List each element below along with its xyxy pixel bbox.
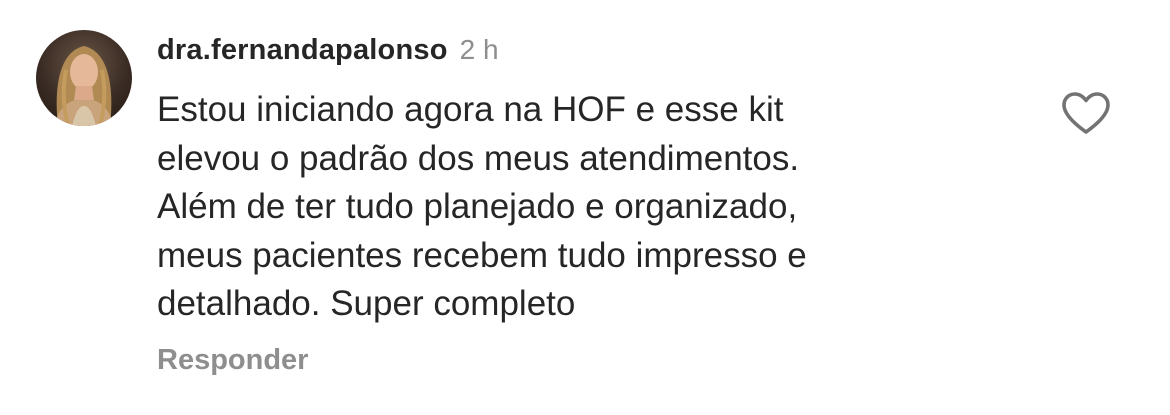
comment-text-line: meus pacientes recebem tudo impresso e <box>157 235 807 275</box>
avatar-image <box>54 46 114 126</box>
comment-item: dra.fernandapalonso 2 h Estou iniciando … <box>0 0 1170 415</box>
comment-timestamp: 2 h <box>459 34 499 65</box>
comment-header: dra.fernandapalonso 2 h <box>157 34 499 74</box>
avatar[interactable] <box>36 30 132 126</box>
comment-text-line: Além de ter tudo planejado e organizado, <box>157 187 798 226</box>
heart-outline-icon <box>1062 92 1110 134</box>
comment-text-line: elevou o padrão dos meus atendimentos. <box>157 138 800 178</box>
comment-text-line: Estou iniciando agora na HOF e esse kit <box>157 90 784 129</box>
reply-button[interactable]: Responder <box>157 344 308 377</box>
comment-text: Estou iniciando agora na HOF e esse kit … <box>157 86 1017 329</box>
like-button[interactable] <box>1060 90 1112 136</box>
comment-text-line: detalhado. Super completo <box>157 284 576 323</box>
username-link[interactable]: dra.fernandapalonso <box>157 34 448 67</box>
